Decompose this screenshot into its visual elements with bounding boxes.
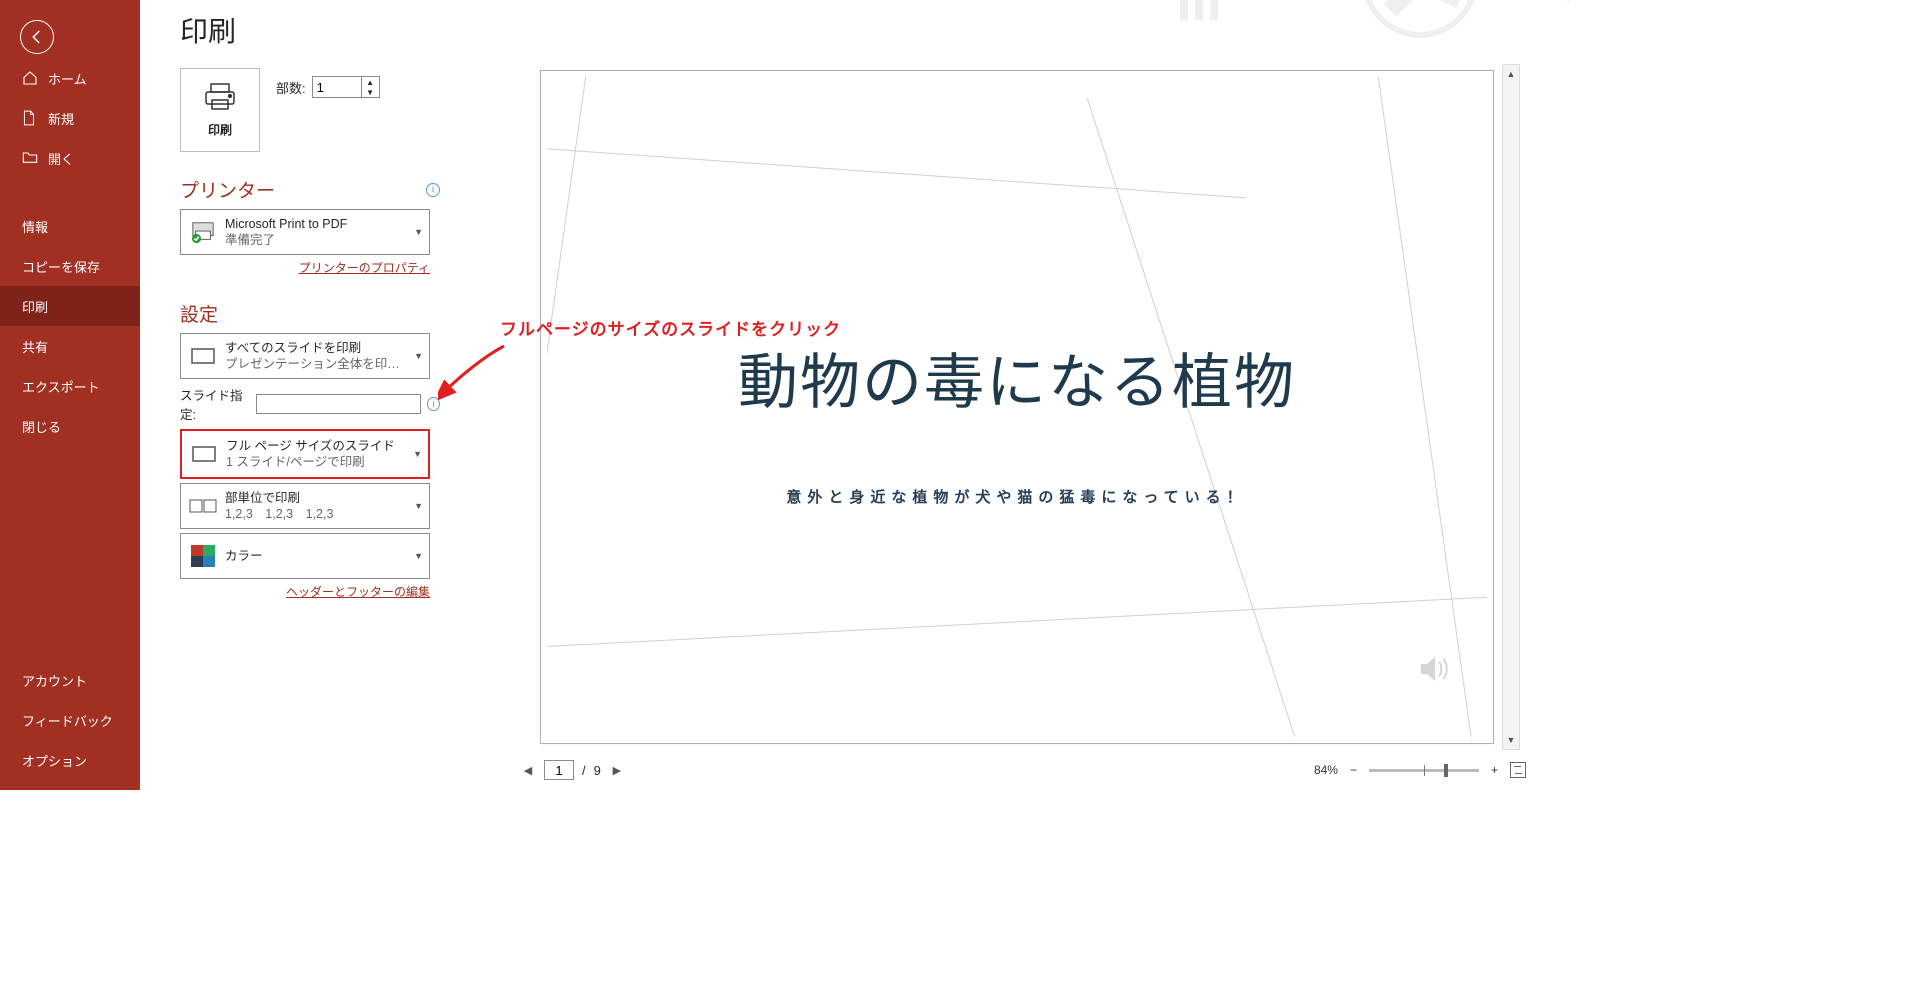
speaker-icon: [1417, 654, 1453, 687]
copies-up[interactable]: ▲: [362, 77, 379, 87]
color-l1: カラー: [225, 548, 263, 564]
collate-l2: 1,2,3 1,2,3 1,2,3: [225, 506, 333, 522]
nav-label: 新規: [48, 109, 74, 128]
nav-info[interactable]: 情報: [0, 206, 140, 246]
full-page-slide-icon: [190, 440, 218, 468]
copies-label: 部数:: [276, 78, 306, 97]
current-page-input[interactable]: [544, 760, 574, 780]
zoom-out-button[interactable]: −: [1346, 763, 1361, 777]
scroll-up[interactable]: ▲: [1503, 65, 1519, 83]
chevron-down-icon: ▼: [414, 501, 423, 511]
collate-dropdown[interactable]: 部単位で印刷1,2,3 1,2,3 1,2,3 ▼: [180, 483, 430, 529]
nav-label: ホーム: [48, 69, 87, 88]
nav-label: エクスポート: [22, 377, 100, 396]
page-title: 印刷: [180, 10, 440, 50]
range-l2: プレゼンテーション全体を印刷し…: [225, 356, 409, 372]
page-sep: /: [582, 763, 586, 778]
layout-l2: 1 スライド/ページで印刷: [226, 454, 395, 470]
print-button-label: 印刷: [208, 121, 232, 138]
chevron-down-icon: ▼: [414, 227, 423, 237]
slides-all-icon: [189, 342, 217, 370]
nav-export[interactable]: エクスポート: [0, 366, 140, 406]
zoom-thumb[interactable]: [1444, 764, 1448, 777]
zoom-value: 84%: [1314, 763, 1338, 777]
nav-feedback[interactable]: フィードバック: [0, 700, 140, 740]
color-icon: [189, 542, 217, 570]
printer-icon: [203, 82, 237, 115]
file-icon: [22, 110, 38, 126]
collate-icon: [189, 492, 217, 520]
nav-share[interactable]: 共有: [0, 326, 140, 366]
nav-label: 情報: [22, 217, 48, 236]
printer-dropdown[interactable]: Microsoft Print to PDF準備完了 ▼: [180, 209, 430, 255]
nav-label: フィードバック: [22, 711, 113, 730]
home-icon: [22, 70, 38, 86]
back-button[interactable]: [20, 20, 54, 54]
nav-new[interactable]: 新規: [0, 98, 140, 138]
nav-save-copy[interactable]: コピーを保存: [0, 246, 140, 286]
copies-down[interactable]: ▼: [362, 87, 379, 97]
scroll-down[interactable]: ▼: [1503, 731, 1519, 749]
slide-spec-input[interactable]: [256, 394, 421, 414]
zoom-control: 84% − +: [1314, 758, 1526, 782]
nav-close[interactable]: 閉じる: [0, 406, 140, 446]
collate-l1: 部単位で印刷: [225, 490, 333, 506]
page-navigator: ◀ / 9 ▶: [520, 758, 625, 782]
printer-name: Microsoft Print to PDF: [225, 216, 347, 232]
color-dropdown[interactable]: カラー ▼: [180, 533, 430, 579]
printer-heading: プリンター: [180, 176, 275, 203]
info-icon[interactable]: i: [426, 183, 440, 197]
nav-label: 印刷: [22, 297, 48, 316]
nav-label: 開く: [48, 149, 74, 168]
print-button[interactable]: 印刷: [180, 68, 260, 152]
print-settings-panel: 印刷 印刷 部数: ▲▼ プリンターi Microsoft Print to P…: [180, 10, 440, 604]
print-layout-dropdown[interactable]: フル ページ サイズのスライド1 スライド/ページで印刷 ▼: [180, 429, 430, 479]
prev-page-button[interactable]: ◀: [520, 762, 536, 778]
print-range-dropdown[interactable]: すべてのスライドを印刷プレゼンテーション全体を印刷し… ▼: [180, 333, 430, 379]
chevron-down-icon: ▼: [414, 351, 423, 361]
chevron-down-icon: ▼: [414, 551, 423, 561]
fit-to-window-button[interactable]: [1510, 762, 1526, 778]
zoom-slider[interactable]: [1369, 769, 1479, 772]
printer-ready-icon: [189, 218, 217, 246]
printer-status: 準備完了: [225, 232, 347, 248]
copies-spinner[interactable]: ▲▼: [312, 76, 380, 98]
settings-heading: 設定: [180, 300, 218, 327]
copies-input[interactable]: [313, 80, 361, 95]
nav-label: 共有: [22, 337, 48, 356]
nav-label: 閉じる: [22, 417, 61, 436]
zoom-in-button[interactable]: +: [1487, 763, 1502, 777]
preview-scrollbar[interactable]: ▲ ▼: [1502, 64, 1520, 750]
nav-options[interactable]: オプション: [0, 740, 140, 780]
annotation-text: フルページのサイズのスライドをクリック: [500, 315, 841, 340]
folder-open-icon: [22, 150, 38, 166]
slide-subtitle: 意外と身近な植物が犬や猫の猛毒になっている！: [547, 486, 1487, 507]
nav-print[interactable]: 印刷: [0, 286, 140, 326]
nav-label: オプション: [22, 751, 87, 770]
nav-open[interactable]: 開く: [0, 138, 140, 178]
annotation-arrow-icon: [438, 340, 508, 400]
nav-home[interactable]: ホーム: [0, 58, 140, 98]
slide-title: 動物の毒になる植物: [547, 334, 1487, 421]
nav-label: コピーを保存: [22, 257, 100, 276]
printer-properties-link[interactable]: プリンターのプロパティ: [180, 259, 430, 276]
nav-label: アカウント: [22, 671, 87, 690]
slide-spec-label: スライド指定:: [180, 385, 250, 423]
chevron-down-icon: ▼: [413, 449, 422, 459]
nav-account[interactable]: アカウント: [0, 660, 140, 700]
next-page-button[interactable]: ▶: [609, 762, 625, 778]
preview-page: 動物の毒になる植物 意外と身近な植物が犬や猫の猛毒になっている！: [540, 70, 1494, 744]
total-pages: 9: [594, 763, 601, 778]
layout-l1: フル ページ サイズのスライド: [226, 438, 395, 454]
print-preview: 動物の毒になる植物 意外と身近な植物が犬や猫の猛毒になっている！ ▲ ▼: [520, 64, 1520, 750]
range-l1: すべてのスライドを印刷: [225, 340, 409, 356]
header-footer-link[interactable]: ヘッダーとフッターの編集: [180, 583, 430, 600]
backstage-nav: ホーム 新規 開く 情報 コピーを保存 印刷 共有 エクスポート 閉じる アカウ…: [0, 0, 140, 790]
